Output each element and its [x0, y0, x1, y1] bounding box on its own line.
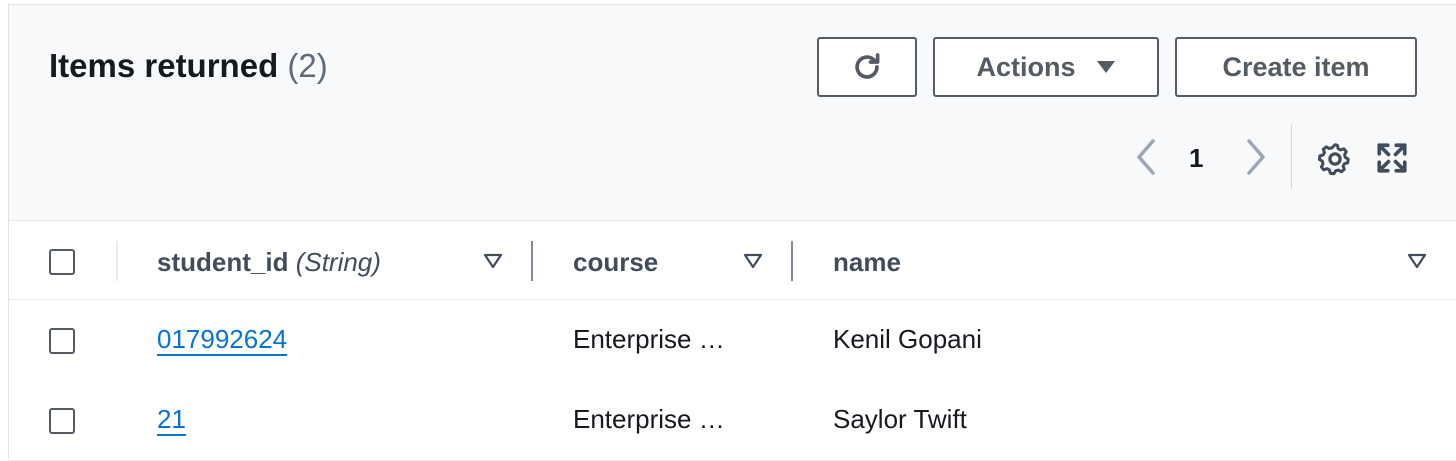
items-table-panel: Items returned (2) Actions Create item 1: [8, 4, 1456, 461]
sort-down-icon[interactable]: [743, 253, 763, 269]
table-column-header: student_id (String) course name: [9, 221, 1456, 300]
sort-down-icon[interactable]: [1407, 253, 1427, 269]
refresh-button[interactable]: [817, 37, 917, 97]
caret-down-icon: [1096, 61, 1115, 73]
course-cell: Enterprise …: [573, 324, 725, 354]
table-row: 017992624 Enterprise … Kenil Gopani: [9, 300, 1456, 381]
table-row: 21 Enterprise … Saylor Twift: [9, 380, 1456, 461]
name-cell: Saylor Twift: [833, 404, 967, 434]
refresh-icon: [855, 53, 880, 79]
pager-divider: [1291, 125, 1292, 189]
column-resize-handle[interactable]: [531, 241, 533, 281]
column-header-name[interactable]: name: [833, 247, 901, 278]
column-type: (String): [295, 247, 381, 277]
actions-dropdown-button[interactable]: Actions: [933, 37, 1159, 97]
column-divider: [116, 241, 118, 281]
column-header-student-id[interactable]: student_id (String): [157, 247, 381, 278]
name-cell: Kenil Gopani: [833, 324, 982, 354]
items-count: (2): [287, 47, 328, 84]
sort-down-icon[interactable]: [483, 253, 503, 269]
actions-label: Actions: [976, 51, 1076, 82]
row-checkbox[interactable]: [49, 408, 75, 434]
create-item-label: Create item: [1222, 51, 1370, 82]
chevron-left-icon[interactable]: [1127, 133, 1163, 181]
page-title: Items returned (2): [49, 47, 328, 85]
course-cell: Enterprise …: [573, 404, 725, 434]
fullscreen-icon[interactable]: [1375, 141, 1409, 175]
row-checkbox[interactable]: [49, 328, 75, 354]
column-label: student_id: [157, 247, 289, 277]
student-id-link[interactable]: 017992624: [157, 324, 287, 355]
column-header-course[interactable]: course: [573, 247, 658, 278]
chevron-right-icon[interactable]: [1239, 133, 1275, 181]
table-header-bar: Items returned (2) Actions Create item 1: [9, 5, 1456, 221]
student-id-link[interactable]: 21: [157, 404, 186, 435]
current-page-number[interactable]: 1: [1189, 143, 1203, 174]
gear-icon[interactable]: [1317, 141, 1353, 177]
select-all-checkbox[interactable]: [49, 249, 75, 275]
create-item-button[interactable]: Create item: [1175, 37, 1417, 97]
column-resize-handle[interactable]: [791, 241, 793, 281]
title-text: Items returned: [49, 47, 279, 84]
